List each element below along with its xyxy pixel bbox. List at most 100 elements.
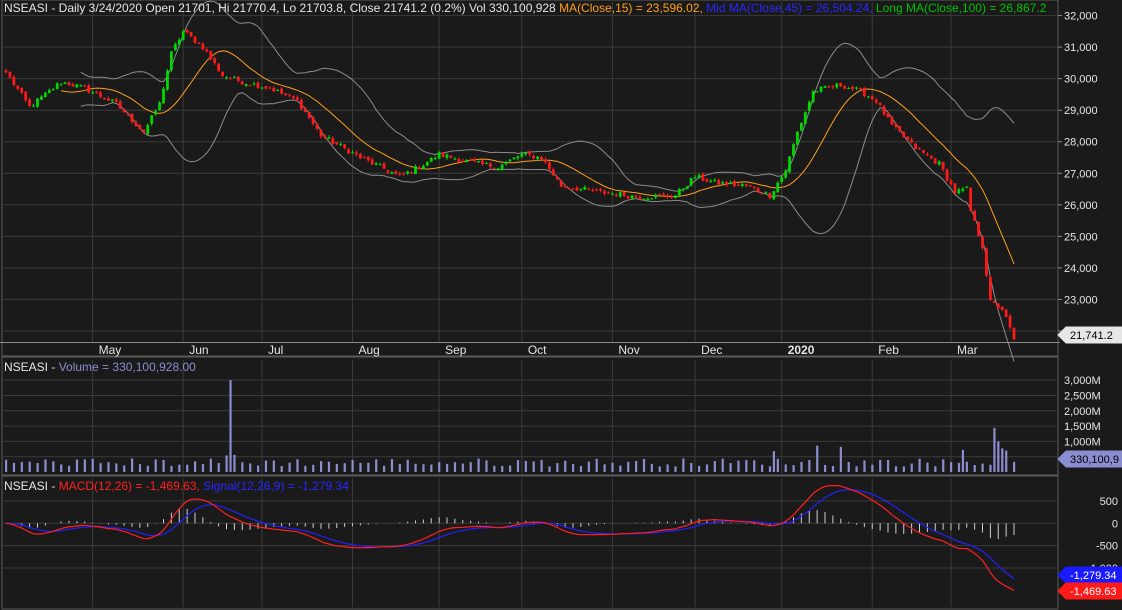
candle-body <box>47 89 51 94</box>
candle-body <box>870 96 874 100</box>
candle-body <box>67 82 71 86</box>
candle-body <box>307 111 311 119</box>
candle-body <box>158 102 161 111</box>
macd-header-prefix: NSEASI - <box>4 479 59 493</box>
candle-body <box>914 143 917 150</box>
volume-bar <box>351 459 354 472</box>
price-tick-label: 23,000 <box>1064 294 1098 306</box>
candle-body <box>1004 309 1008 317</box>
volume-bar <box>162 459 165 472</box>
volume-bar <box>217 462 220 472</box>
candle-body <box>685 186 689 189</box>
candle-body <box>571 188 575 190</box>
volume-bar <box>713 461 716 472</box>
candle-body <box>654 194 658 198</box>
candle-body <box>402 173 406 175</box>
candle-body <box>256 82 260 89</box>
candle-body <box>630 195 634 199</box>
ma15-label: MA(Close,15) = 23,596.02, <box>559 1 707 15</box>
price-tick-label: 30,000 <box>1064 74 1098 86</box>
macd-tick-label: 0 <box>1112 518 1118 530</box>
volume-bar <box>414 463 417 472</box>
candle-body <box>138 125 142 130</box>
candle-body <box>284 93 287 96</box>
candle-body <box>772 191 776 200</box>
candle-body <box>12 76 16 86</box>
candle-body <box>288 94 291 96</box>
volume-bar <box>816 445 819 472</box>
volume-bar <box>233 454 236 472</box>
volume-bar <box>729 463 732 472</box>
price-tick-label: 24,000 <box>1064 263 1098 275</box>
candle-body <box>918 147 921 150</box>
volume-bar <box>902 466 905 472</box>
candle-body <box>677 189 681 196</box>
candle-body <box>122 108 126 113</box>
candle-body <box>32 105 35 107</box>
volume-bar <box>698 465 701 472</box>
candle-body <box>788 156 791 173</box>
candle-body <box>370 159 374 165</box>
candle-body <box>311 117 315 124</box>
candle-body <box>469 159 473 161</box>
price-tick-label: 32,000 <box>1064 11 1098 23</box>
candle-body <box>717 180 721 185</box>
volume-bar <box>249 463 252 472</box>
volume-bar <box>131 458 134 472</box>
candle-body <box>937 161 941 165</box>
candle-body <box>295 97 299 100</box>
candle-body <box>362 156 366 158</box>
volume-bar <box>981 463 984 472</box>
candle-body <box>244 84 248 86</box>
volume-bar <box>485 460 488 472</box>
candle-body <box>8 71 12 78</box>
volume-bar <box>635 461 638 472</box>
candle-body <box>75 84 79 88</box>
volume-bar <box>367 462 370 472</box>
candle-body <box>299 100 303 110</box>
candle-body <box>496 168 500 171</box>
candle-body <box>862 87 866 97</box>
candle-body <box>406 171 410 174</box>
candle-body <box>756 188 760 192</box>
volume-header: NSEASI - Volume = 330,100,928.00 <box>4 360 196 374</box>
last-volume-callout: 330,100,9 <box>1057 450 1122 468</box>
candle-body <box>177 39 181 45</box>
volume-bar <box>642 458 646 472</box>
candle-body <box>319 130 323 137</box>
candle-body <box>729 182 732 184</box>
volume-bar <box>532 461 535 472</box>
volume-bar <box>115 463 118 472</box>
volume-bar <box>5 459 8 472</box>
volume-bar <box>784 464 787 472</box>
volume-bar <box>973 465 976 472</box>
month-label-aug: Aug <box>359 343 380 357</box>
volume-bar <box>280 466 283 472</box>
volume-bar <box>422 464 425 472</box>
candle-body <box>740 184 744 187</box>
volume-bar <box>682 458 685 472</box>
candle-body <box>910 139 914 143</box>
candle-body <box>335 142 339 145</box>
candle-body <box>1012 327 1016 340</box>
candle-body <box>272 87 276 92</box>
volume-bar <box>178 464 181 472</box>
candle-body <box>347 149 350 154</box>
last-volume-callout-text: 330,100,9 <box>1070 454 1119 466</box>
volume-bar <box>296 459 299 472</box>
macd-tick-label: -500 <box>1096 541 1118 553</box>
candle-body <box>760 192 764 195</box>
month-label-2020: 2020 <box>788 343 815 357</box>
candle-body <box>1008 315 1012 328</box>
volume-bar <box>91 458 94 472</box>
macd-tick-label: 500 <box>1100 496 1118 508</box>
volume-bar <box>619 465 622 472</box>
candle-body <box>366 156 370 161</box>
candle-body <box>815 91 819 93</box>
volume-tick-label: 2,000M <box>1064 406 1101 418</box>
candle-body <box>142 129 146 133</box>
volume-bar <box>343 463 346 472</box>
candle-body <box>906 136 910 140</box>
candle-body <box>225 77 228 79</box>
candle-body <box>941 161 945 170</box>
